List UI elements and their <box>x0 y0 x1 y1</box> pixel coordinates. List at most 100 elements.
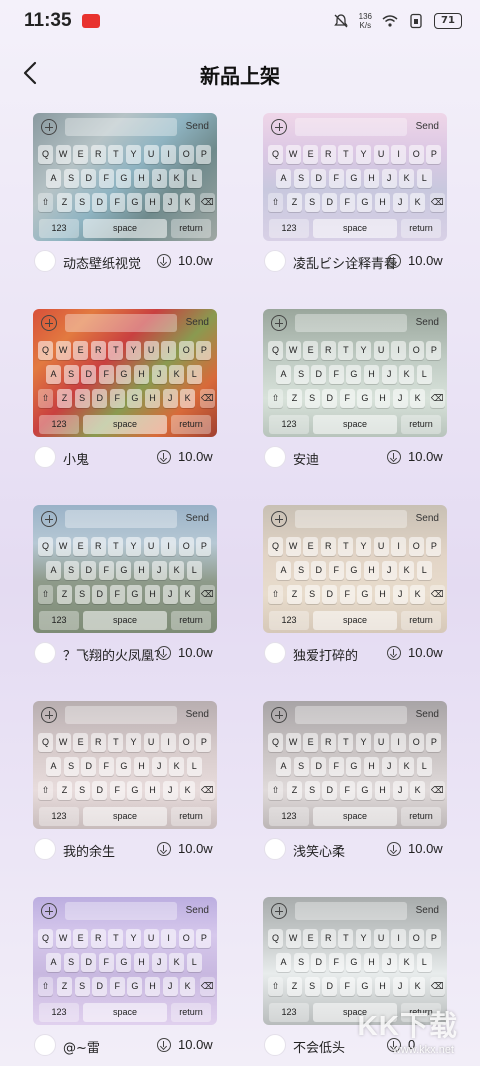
skin-card[interactable]: Send Q W E R T Y U I O P A S D F G H J K L ⇧ Z S D F G H J K ⌫ 123 spac… <box>33 309 217 479</box>
plus-icon <box>271 315 287 331</box>
app-notification-icon <box>82 14 100 28</box>
plus-icon <box>271 707 287 723</box>
download-icon <box>157 842 171 856</box>
keyboard-preview[interactable]: Send Q W E R T Y U I O P A S D F G H J K L ⇧ Z S D F G H J K ⌫ 123 spac… <box>33 701 217 829</box>
key: Z <box>287 193 302 212</box>
key: A <box>46 365 61 384</box>
key: K <box>399 757 415 776</box>
space-key: space <box>83 1003 167 1022</box>
key: Q <box>268 537 283 556</box>
key: R <box>320 341 336 360</box>
key: K <box>169 365 185 384</box>
key: E <box>73 733 89 752</box>
key: A <box>276 561 291 580</box>
key: E <box>303 537 319 556</box>
key: G <box>127 193 143 212</box>
key: H <box>134 953 149 972</box>
keyboard-row: QWERTYUIOP <box>33 929 217 949</box>
key: T <box>338 733 354 752</box>
key: W <box>55 537 71 556</box>
key: O <box>178 537 194 556</box>
key: Y <box>126 341 141 360</box>
skin-card[interactable]: Send Q W E R T Y U I O P A S D F G H J K L ⇧ Z S D F G H J K ⌫ 123 spac… <box>263 505 447 675</box>
key: H <box>364 365 379 384</box>
key: F <box>328 169 344 188</box>
download-count: 10.0w <box>408 449 443 464</box>
skin-card[interactable]: Send Q W E R T Y U I O P A S D F G H J K L ⇧ Z S D F G H J K ⌫ 123 spac… <box>33 701 217 871</box>
key: J <box>381 169 397 188</box>
keyboard-top-bar: Send <box>33 505 217 533</box>
keyboard-preview[interactable]: Send Q W E R T Y U I O P A S D F G H J K L ⇧ Z S D F G H J K ⌫ 123 spac… <box>33 505 217 633</box>
backspace-icon: ⌫ <box>199 585 215 604</box>
key: Z <box>287 781 302 800</box>
download-icon <box>157 254 171 268</box>
keyboard-row: ⇧ Z S D F G H J K ⌫ <box>33 193 217 213</box>
key: H <box>145 389 160 408</box>
keyboard-preview[interactable]: Send Q W E R T Y U I O P A S D F G H J K L ⇧ Z S D F G H J K ⌫ 123 spac… <box>263 701 447 829</box>
key: K <box>180 585 196 604</box>
key: U <box>143 537 159 556</box>
keyboard-preview[interactable]: Send Q W E R T Y U I O P A S D F G H J K L ⇧ Z S D F G H J K ⌫ 123 spac… <box>263 309 447 437</box>
key: W <box>285 145 301 164</box>
key: G <box>357 193 373 212</box>
return-key: return <box>401 611 441 630</box>
skin-card[interactable]: Send Q W E R T Y U I O P A S D F G H J K L ⇧ Z S D F G H J K ⌫ 123 spac… <box>33 505 217 675</box>
key: L <box>186 757 202 776</box>
keyboard-preview[interactable]: Send Q W E R T Y U I O P A S D F G H J K L ⇧ Z S D F G H J K ⌫ 123 spac… <box>263 113 447 241</box>
key: W <box>285 929 301 948</box>
skin-card[interactable]: Send Q W E R T Y U I O P A S D F G H J K L ⇧ Z S D F G H J K ⌫ 123 spac… <box>33 897 217 1066</box>
key: U <box>373 341 389 360</box>
shift-icon: ⇧ <box>268 193 283 212</box>
key: F <box>98 169 114 188</box>
key: Z <box>57 977 72 996</box>
send-key: Send <box>185 317 209 328</box>
skin-card[interactable]: Send Q W E R T Y U I O P A S D F G H J K L ⇧ Z S D F G H J K ⌫ 123 spac… <box>263 701 447 871</box>
keyboard-preview[interactable]: Send Q W E R T Y U I O P A S D F G H J K L ⇧ Z S D F G H J K ⌫ 123 spac… <box>33 897 217 1025</box>
keyboard-bottom-row: 123 space return <box>263 217 447 239</box>
keyboard-preview[interactable]: Send Q W E R T Y U I O P A S D F G H J K L ⇧ Z S D F G H J K ⌫ 123 spac… <box>33 309 217 437</box>
keyboard-bottom-row: 123 space return <box>263 609 447 631</box>
key: S <box>74 781 90 800</box>
key: Q <box>268 145 283 164</box>
key: R <box>320 929 336 948</box>
key: G <box>116 561 132 580</box>
shift-icon: ⇧ <box>268 585 283 604</box>
key: K <box>180 389 196 408</box>
keyboard-preview[interactable]: Send Q W E R T Y U I O P A S D F G H J K L ⇧ Z S D F G H J K ⌫ 123 spac… <box>263 505 447 633</box>
key: J <box>392 585 408 604</box>
key: L <box>416 757 432 776</box>
key: G <box>127 977 143 996</box>
key: U <box>143 733 159 752</box>
download-icon <box>157 450 171 464</box>
key: J <box>381 953 397 972</box>
num-key: 123 <box>39 1003 79 1022</box>
key: K <box>410 585 426 604</box>
key: L <box>416 169 432 188</box>
skin-card[interactable]: Send Q W E R T Y U I O P A S D F G H J K L ⇧ Z S D F G H J K ⌫ 123 spac… <box>263 309 447 479</box>
key: J <box>392 193 408 212</box>
return-key: return <box>171 219 211 238</box>
shift-icon: ⇧ <box>38 977 53 996</box>
key: F <box>98 365 114 384</box>
backspace-icon: ⌫ <box>199 389 215 408</box>
key: I <box>391 341 407 360</box>
key: L <box>416 365 432 384</box>
avatar <box>34 838 56 860</box>
send-key: Send <box>415 513 439 524</box>
key: E <box>73 341 89 360</box>
keyboard-row: ⇧ Z S D F G H J K ⌫ <box>263 781 447 801</box>
key: O <box>408 929 424 948</box>
key: S <box>304 193 320 212</box>
key: Y <box>126 733 141 752</box>
download-icon <box>387 254 401 268</box>
key: Q <box>38 733 53 752</box>
skin-card[interactable]: Send Q W E R T Y U I O P A S D F G H J K L ⇧ Z S D F G H J K ⌫ 123 spac… <box>263 113 447 283</box>
key: G <box>116 169 132 188</box>
key: O <box>178 733 194 752</box>
return-key: return <box>171 1003 211 1022</box>
skin-card[interactable]: Send Q W E R T Y U I O P A S D F G H J K L ⇧ Z S D F G H J K ⌫ 123 spac… <box>33 113 217 283</box>
download-icon <box>387 646 401 660</box>
key: G <box>127 585 143 604</box>
keyboard-preview[interactable]: Send Q W E R T Y U I O P A S D F G H J K L ⇧ Z S D F G H J K ⌫ 123 spac… <box>33 113 217 241</box>
key: G <box>346 757 362 776</box>
